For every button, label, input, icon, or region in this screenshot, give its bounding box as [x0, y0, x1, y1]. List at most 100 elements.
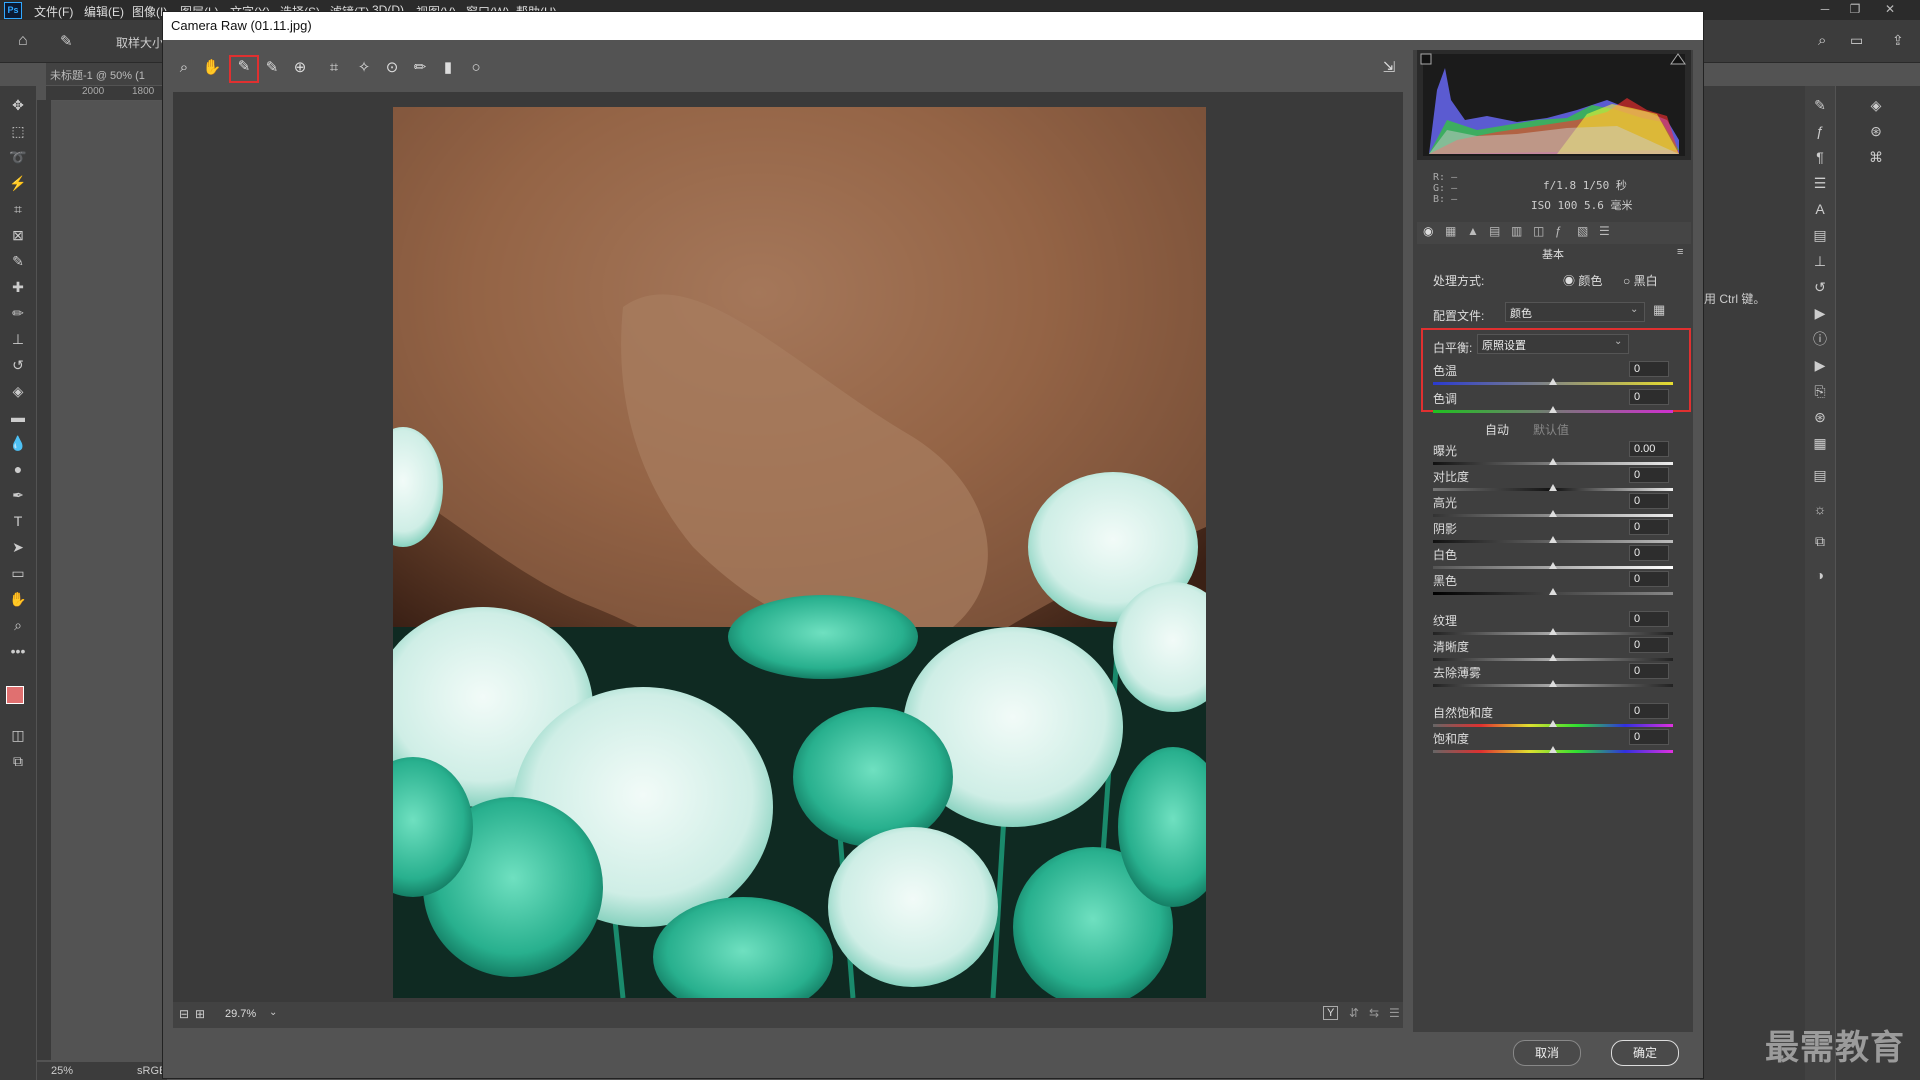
- table-icon[interactable]: ▦: [1810, 434, 1830, 452]
- copy-settings-icon[interactable]: ⇆: [1369, 1006, 1379, 1020]
- hand-tool-icon[interactable]: ✋: [8, 590, 28, 608]
- auto-button[interactable]: 自动: [1485, 421, 1509, 438]
- history-icon[interactable]: ↺: [1810, 278, 1830, 296]
- menu-file[interactable]: 文件(F): [34, 3, 73, 20]
- minimize-icon[interactable]: ─: [1815, 2, 1835, 16]
- actions-icon[interactable]: ▶: [1810, 304, 1830, 322]
- slider-value-input[interactable]: 0: [1629, 519, 1669, 535]
- zoom-in-icon[interactable]: ⊞: [195, 1007, 205, 1021]
- before-after-toggle-icon[interactable]: Y: [1323, 1006, 1339, 1020]
- slider-value-input[interactable]: 0: [1629, 611, 1669, 627]
- rectangle-tool-icon[interactable]: ▭: [8, 564, 28, 582]
- radial-filter-icon[interactable]: ○: [465, 58, 487, 78]
- info-icon[interactable]: ⓘ: [1810, 330, 1830, 348]
- layers-icon[interactable]: ◈: [1866, 96, 1886, 114]
- slider-value-input[interactable]: 0: [1629, 361, 1669, 377]
- tab-basic-icon[interactable]: ◉: [1423, 224, 1433, 238]
- history-brush-icon[interactable]: ↺: [8, 356, 28, 374]
- eraser-tool-icon[interactable]: ◈: [8, 382, 28, 400]
- eyedropper-tool-icon[interactable]: ✎: [8, 252, 28, 270]
- swap-settings-icon[interactable]: ⇵: [1349, 1006, 1359, 1020]
- channels-icon[interactable]: ⊛: [1810, 408, 1830, 426]
- spot-removal-tool-icon[interactable]: ✧: [353, 58, 375, 78]
- slider-value-input[interactable]: 0: [1629, 663, 1669, 679]
- slider-thumb[interactable]: [1549, 680, 1557, 687]
- crop-tool-icon[interactable]: ⌗: [8, 200, 28, 218]
- brush-tool-icon[interactable]: ✏: [8, 304, 28, 322]
- paths-icon[interactable]: ⌘: [1866, 148, 1886, 166]
- brush-settings-icon[interactable]: ✎: [1810, 96, 1830, 114]
- styles-icon[interactable]: ƒ: [1810, 122, 1830, 140]
- blur-tool-icon[interactable]: 💧: [8, 434, 28, 452]
- slider-temperature[interactable]: 色温 0: [1433, 361, 1673, 392]
- slider-thumb[interactable]: [1549, 628, 1557, 635]
- timeline-icon[interactable]: ⎘: [1810, 382, 1830, 400]
- slider-value-input[interactable]: 0: [1629, 703, 1669, 719]
- profile-browser-icon[interactable]: ▦: [1653, 302, 1665, 318]
- color-wheel-icon[interactable]: ◑: [1810, 566, 1830, 584]
- color-sampler-tool-icon[interactable]: ✎: [261, 58, 283, 78]
- slider-thumb[interactable]: [1549, 536, 1557, 543]
- character-icon[interactable]: A: [1810, 200, 1830, 218]
- slider-thumb[interactable]: [1549, 510, 1557, 517]
- marquee-tool-icon[interactable]: ⬚: [8, 122, 28, 140]
- graduated-filter-icon[interactable]: ▮: [437, 58, 459, 78]
- tab-lens-icon[interactable]: ◫: [1533, 224, 1544, 238]
- slider-thumb[interactable]: [1549, 484, 1557, 491]
- treatment-color-radio[interactable]: ◉ 颜色: [1563, 272, 1602, 289]
- foreground-color-swatch[interactable]: [6, 686, 24, 704]
- home-icon[interactable]: ⌂: [18, 32, 28, 50]
- preview-preferences-icon[interactable]: ☰: [1389, 1006, 1400, 1020]
- adjustment-brush-icon[interactable]: ✏: [409, 58, 431, 78]
- red-eye-tool-icon[interactable]: ⊙: [381, 58, 403, 78]
- slider-value-input[interactable]: 0: [1629, 389, 1669, 405]
- restore-icon[interactable]: ❐: [1845, 2, 1865, 16]
- slider-tint[interactable]: 色调 0: [1433, 389, 1673, 420]
- healing-brush-tool-icon[interactable]: ✚: [8, 278, 28, 296]
- tab-presets-icon[interactable]: ☰: [1599, 224, 1610, 238]
- tab-calibration-icon[interactable]: ▧: [1577, 224, 1588, 238]
- zoom-dropdown-icon[interactable]: ⌄: [269, 1007, 277, 1018]
- slider-value-input[interactable]: 0: [1629, 493, 1669, 509]
- sun-icon[interactable]: ☼: [1810, 500, 1830, 518]
- menu-edit[interactable]: 编辑(E): [84, 3, 124, 20]
- image-preview-area[interactable]: [173, 92, 1403, 1002]
- slider-thumb[interactable]: [1549, 654, 1557, 661]
- open-preferences-icon[interactable]: ⇲: [1378, 58, 1400, 78]
- document-tab[interactable]: 未标题-1 @ 50% (1: [46, 63, 166, 85]
- slider-thumb[interactable]: [1549, 378, 1557, 385]
- slider-thumb[interactable]: [1549, 720, 1557, 727]
- zoom-out-icon[interactable]: ⊟: [179, 1007, 189, 1021]
- channels-icon[interactable]: ⊛: [1866, 122, 1886, 140]
- hand-tool-icon[interactable]: ✋: [201, 58, 223, 78]
- share-icon[interactable]: ⇪: [1892, 32, 1904, 49]
- eyedropper-tool-icon[interactable]: ✎: [60, 32, 73, 50]
- slider-thumb[interactable]: [1549, 562, 1557, 569]
- white-balance-tool-icon[interactable]: ✎: [229, 55, 259, 83]
- slider-saturation[interactable]: 饱和度 0: [1433, 729, 1673, 760]
- ok-button[interactable]: 确定: [1611, 1040, 1679, 1066]
- slider-thumb[interactable]: [1549, 588, 1557, 595]
- screen-mode-icon[interactable]: ⧉: [8, 752, 28, 770]
- tab-hsl-icon[interactable]: ▤: [1489, 224, 1500, 238]
- notes-icon[interactable]: ▤: [1810, 466, 1830, 484]
- slider-thumb[interactable]: [1549, 458, 1557, 465]
- cancel-button[interactable]: 取消: [1513, 1040, 1581, 1066]
- frame-tool-icon[interactable]: ⊠: [8, 226, 28, 244]
- default-button[interactable]: 默认值: [1533, 421, 1569, 438]
- zoom-tool-icon[interactable]: ⌕: [173, 58, 195, 78]
- more-tools-icon[interactable]: •••: [8, 642, 28, 660]
- crop-tool-icon[interactable]: ⌗: [323, 58, 345, 78]
- tab-split-toning-icon[interactable]: ▥: [1511, 224, 1522, 238]
- gradient-tool-icon[interactable]: ▬: [8, 408, 28, 426]
- libraries-icon[interactable]: ▤: [1810, 226, 1830, 244]
- dodge-tool-icon[interactable]: ●: [8, 460, 28, 478]
- export-icon[interactable]: ⧉: [1810, 532, 1830, 550]
- slider-value-input[interactable]: 0: [1629, 571, 1669, 587]
- type-tool-icon[interactable]: T: [8, 512, 28, 530]
- treatment-bw-radio[interactable]: ○ 黑白: [1623, 272, 1658, 289]
- paragraph-icon[interactable]: ¶: [1810, 148, 1830, 166]
- zoom-value[interactable]: 29.7%: [225, 1008, 256, 1020]
- slider-value-input[interactable]: 0: [1629, 467, 1669, 483]
- slider-value-input[interactable]: 0: [1629, 545, 1669, 561]
